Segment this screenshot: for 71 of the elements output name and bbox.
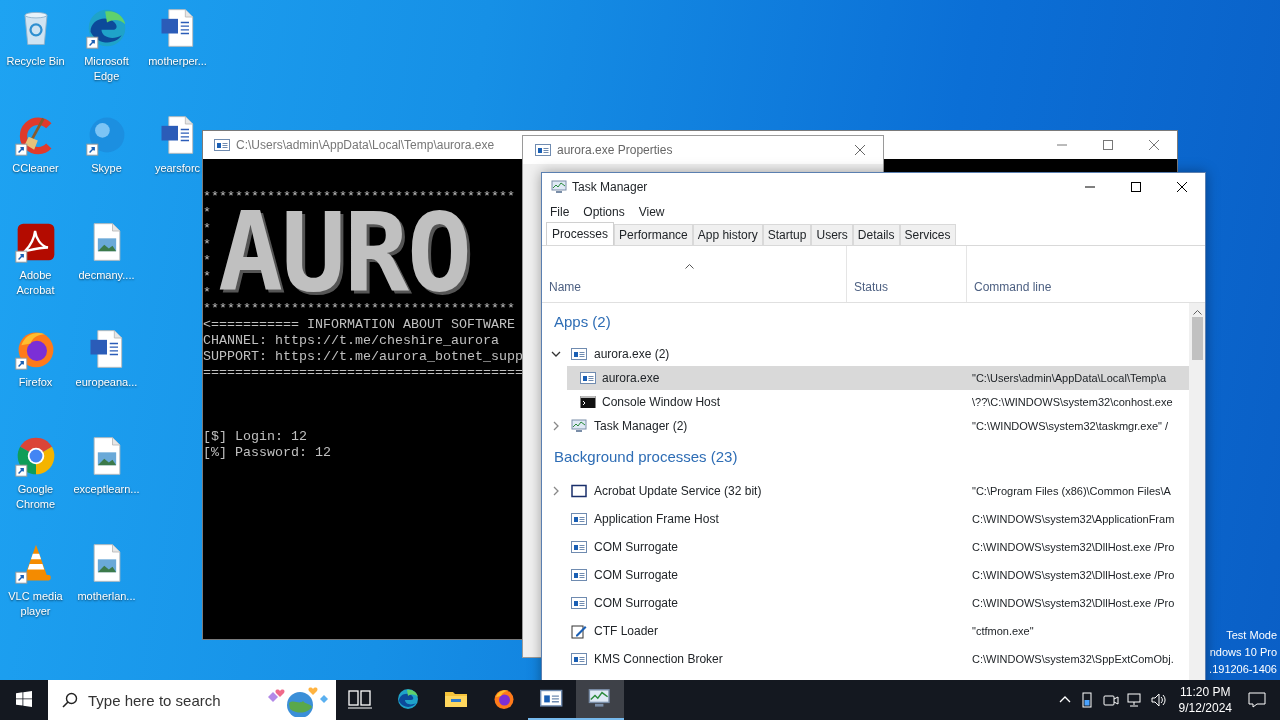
process-name: Task Manager (2) — [594, 418, 688, 435]
command-line-text: C:\WINDOWS\system32\DllHost.exe /Pro — [971, 539, 1176, 555]
window-title: Task Manager — [572, 179, 648, 196]
console-line: [$] Login: 12 — [203, 429, 308, 445]
console-line: * — [203, 253, 211, 269]
console-line: <=========== INFORMATION ABOUT SOFTWARE — [203, 317, 515, 333]
console-line: CHANNEL: https://t.me/cheshire_aurora — [203, 333, 499, 349]
menu-item[interactable]: File — [543, 203, 577, 221]
column-header[interactable]: Name — [549, 278, 846, 296]
console-line: *************************************** — [203, 301, 515, 317]
process-row[interactable]: COM Surrogate C:\WINDOWS\system32\DllHost.exe /Pro — [542, 533, 1189, 561]
group-header: Apps (2) — [553, 312, 612, 333]
process-name: COM Surrogate — [594, 539, 679, 556]
system-info-text: Test Mode — [1226, 628, 1277, 643]
console-line: * — [203, 221, 211, 237]
window-title: aurora.exe Properties — [557, 142, 673, 159]
command-line-text: \??\C:\WINDOWS\system32\conhost.exe — [971, 394, 1174, 410]
tab[interactable]: App history — [692, 224, 763, 245]
command-line-text: "C:\WINDOWS\system32\taskmgr.exe" / — [971, 418, 1170, 434]
menu-item[interactable]: Options — [576, 203, 632, 221]
tab[interactable]: Processes — [546, 222, 615, 245]
clock-time: 11:20 PM — [1179, 684, 1232, 700]
process-name: Acrobat Update Service (32 bit) — [594, 483, 762, 500]
process-name: aurora.exe (2) — [594, 346, 670, 363]
command-line-text: "C:\Users\admin\AppData\Local\Temp\a — [971, 370, 1168, 386]
console-line: [%] Password: 12 — [203, 445, 331, 461]
console-line: * — [203, 237, 211, 253]
console-line: * — [203, 269, 211, 285]
command-line-text: "ctfmon.exe" — [971, 623, 1035, 639]
process-row[interactable]: COM Surrogate C:\WINDOWS\system32\DllHost.exe /Pro — [542, 589, 1189, 617]
console-line: * — [203, 285, 211, 301]
command-line-text: C:\WINDOWS\system32\DllHost.exe /Pro — [971, 595, 1176, 611]
ascii-art-title: AURO — [218, 205, 471, 301]
process-row[interactable]: COM Surrogate C:\WINDOWS\system32\DllHost.exe /Pro — [542, 561, 1189, 589]
process-name: Console Window Host — [602, 394, 721, 411]
process-row[interactable]: Task Manager (2) "C:\WINDOWS\system32\taskmgr.exe" / — [542, 414, 1189, 438]
process-row[interactable]: CTF Loader "ctfmon.exe" — [542, 617, 1189, 645]
tab[interactable]: Users — [811, 224, 853, 245]
column-header[interactable]: Command line — [974, 278, 1189, 296]
process-name: aurora.exe — [602, 370, 660, 387]
process-name: KMS Connection Broker — [594, 651, 723, 668]
group-header: Background processes (23) — [553, 447, 739, 468]
process-row[interactable]: Application Frame Host C:\WINDOWS\system32\ApplicationFram — [542, 505, 1189, 533]
search-field[interactable]: Type here to search — [48, 680, 336, 720]
system-info-text: .191206-1406 — [1209, 662, 1277, 677]
system-info-text: ndows 10 Pro — [1209, 645, 1277, 660]
process-row[interactable]: Acrobat Update Service (32 bit) "C:\Program Files (x86)\Common Files\A — [542, 477, 1189, 505]
process-row[interactable]: aurora.exe (2) — [542, 342, 1189, 366]
console-line: *************************************** — [203, 189, 515, 205]
tab[interactable]: Details — [852, 224, 900, 245]
window-title: C:\Users\admin\AppData\Local\Temp\aurora.exe — [236, 137, 495, 154]
menu-item[interactable]: View — [631, 203, 672, 221]
command-line-text: "C:\Program Files (x86)\Common Files\A — [971, 483, 1172, 499]
process-name: Application Frame Host — [594, 511, 719, 528]
command-line-text: C:\WINDOWS\system32\SppExtComObj. — [971, 651, 1175, 667]
process-name: CTF Loader — [594, 623, 659, 640]
console-line: SUPPORT: https://t.me/aurora_botnet_supp — [203, 349, 523, 365]
process-row[interactable]: KMS Connection Broker C:\WINDOWS\system32\SppExtComObj. — [542, 645, 1189, 673]
process-row[interactable]: aurora.exe "C:\Users\admin\AppData\Local\Temp\a — [567, 366, 1189, 390]
process-name: COM Surrogate — [594, 567, 679, 584]
tab[interactable]: Services — [899, 224, 956, 245]
console-line: ======================================== — [203, 365, 523, 381]
clock-date: 9/12/2024 — [1178, 700, 1232, 716]
column-header[interactable]: Status — [854, 278, 966, 296]
command-line-text: C:\WINDOWS\system32\DllHost.exe /Pro — [971, 567, 1176, 583]
command-line-text: C:\WINDOWS\system32\ApplicationFram — [971, 511, 1176, 527]
tab[interactable]: Performance — [614, 224, 693, 245]
process-name: COM Surrogate — [594, 595, 679, 612]
console-line: * — [203, 205, 211, 221]
tab[interactable]: Startup — [762, 224, 812, 245]
process-row[interactable]: Console Window Host \??\C:\WINDOWS\system32\conhost.exe — [567, 390, 1189, 414]
